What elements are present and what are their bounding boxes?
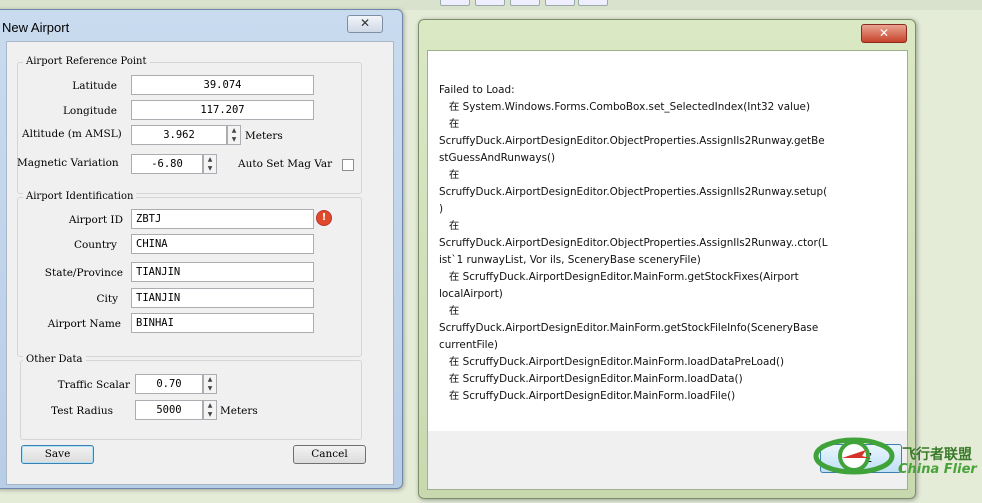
traffic-scalar-label: Traffic Scalar <box>57 379 130 391</box>
group-title: Airport Reference Point <box>23 56 150 67</box>
up-arrow-icon[interactable]: ▲ <box>204 375 216 384</box>
toolbar-button[interactable] <box>578 0 608 6</box>
group-title: Airport Identification <box>23 191 137 202</box>
magvar-input[interactable]: -6.80 <box>131 154 203 174</box>
airport-name-label: Airport Name <box>47 318 121 330</box>
traffic-scalar-input[interactable]: 0.70 <box>135 374 203 394</box>
up-arrow-icon[interactable]: ▲ <box>204 401 216 410</box>
up-arrow-icon[interactable]: ▲ <box>204 155 216 164</box>
traffic-scalar-stepper[interactable]: ▲ ▼ <box>203 374 217 394</box>
error-message-text: Failed to Load: 在 System.Windows.Forms.C… <box>439 84 828 402</box>
down-arrow-icon[interactable]: ▼ <box>204 164 216 173</box>
close-button[interactable]: ✕ <box>347 15 383 33</box>
auto-magvar-label: Auto Set Mag Var <box>238 158 333 170</box>
city-input[interactable]: TIANJIN <box>131 288 314 308</box>
altitude-input[interactable]: 3.962 <box>131 125 227 145</box>
altitude-stepper[interactable]: ▲ ▼ <box>227 125 241 145</box>
altitude-label: Altitude (m AMSL) <box>22 128 122 140</box>
country-input[interactable]: CHINA <box>131 234 314 254</box>
city-label: City <box>96 293 118 305</box>
new-airport-dialog: New Airport ✕ Airport Reference Point La… <box>0 9 403 489</box>
state-input[interactable]: TIANJIN <box>131 262 314 282</box>
group-title: Other Data <box>23 354 86 365</box>
toolbar-button[interactable] <box>475 0 505 6</box>
message-area: Failed to Load: 在 System.Windows.Forms.C… <box>427 50 908 457</box>
watermark: 飞行者联盟 China Flier <box>812 432 980 482</box>
watermark-logo-icon <box>813 437 895 475</box>
latitude-label: Latitude <box>72 80 117 92</box>
magvar-stepper[interactable]: ▲ ▼ <box>203 154 217 174</box>
toolbar-button[interactable] <box>545 0 575 6</box>
altitude-unit: Meters <box>245 130 283 142</box>
magvar-label: Magnetic Variation <box>17 157 119 169</box>
error-icon: ! <box>317 211 331 225</box>
auto-magvar-checkbox[interactable] <box>342 159 354 171</box>
test-radius-input[interactable]: 5000 <box>135 400 203 420</box>
toolbar-button[interactable] <box>510 0 540 6</box>
watermark-text-en: China Flier <box>898 462 977 477</box>
save-button[interactable]: Save <box>21 445 94 464</box>
down-arrow-icon[interactable]: ▼ <box>228 135 240 144</box>
airport-id-input[interactable]: ZBTJ <box>131 209 314 229</box>
cancel-button[interactable]: Cancel <box>293 445 366 464</box>
close-button[interactable]: ✕ <box>861 24 907 43</box>
airport-name-input[interactable]: BINHAI <box>131 313 314 333</box>
state-label: State/Province <box>44 267 123 279</box>
up-arrow-icon[interactable]: ▲ <box>228 126 240 135</box>
dialog-title: New Airport <box>2 20 70 35</box>
toolbar-button[interactable] <box>440 0 470 6</box>
watermark-text-cn: 飞行者联盟 <box>902 447 972 463</box>
test-radius-label: Test Radius <box>51 405 113 417</box>
latitude-input[interactable]: 39.074 <box>131 75 314 95</box>
down-arrow-icon[interactable]: ▼ <box>204 384 216 393</box>
airport-id-label: Airport ID <box>68 214 123 226</box>
country-label: Country <box>73 239 117 251</box>
test-radius-stepper[interactable]: ▲ ▼ <box>203 400 217 420</box>
dialog-client: Airport Reference Point Latitude 39.074 … <box>6 41 394 485</box>
longitude-label: Longitude <box>62 105 117 117</box>
longitude-input[interactable]: 117.207 <box>131 100 314 120</box>
error-message-box: ✕ Failed to Load: 在 System.Windows.Forms… <box>418 19 916 499</box>
test-radius-unit: Meters <box>220 405 258 417</box>
down-arrow-icon[interactable]: ▼ <box>204 410 216 419</box>
